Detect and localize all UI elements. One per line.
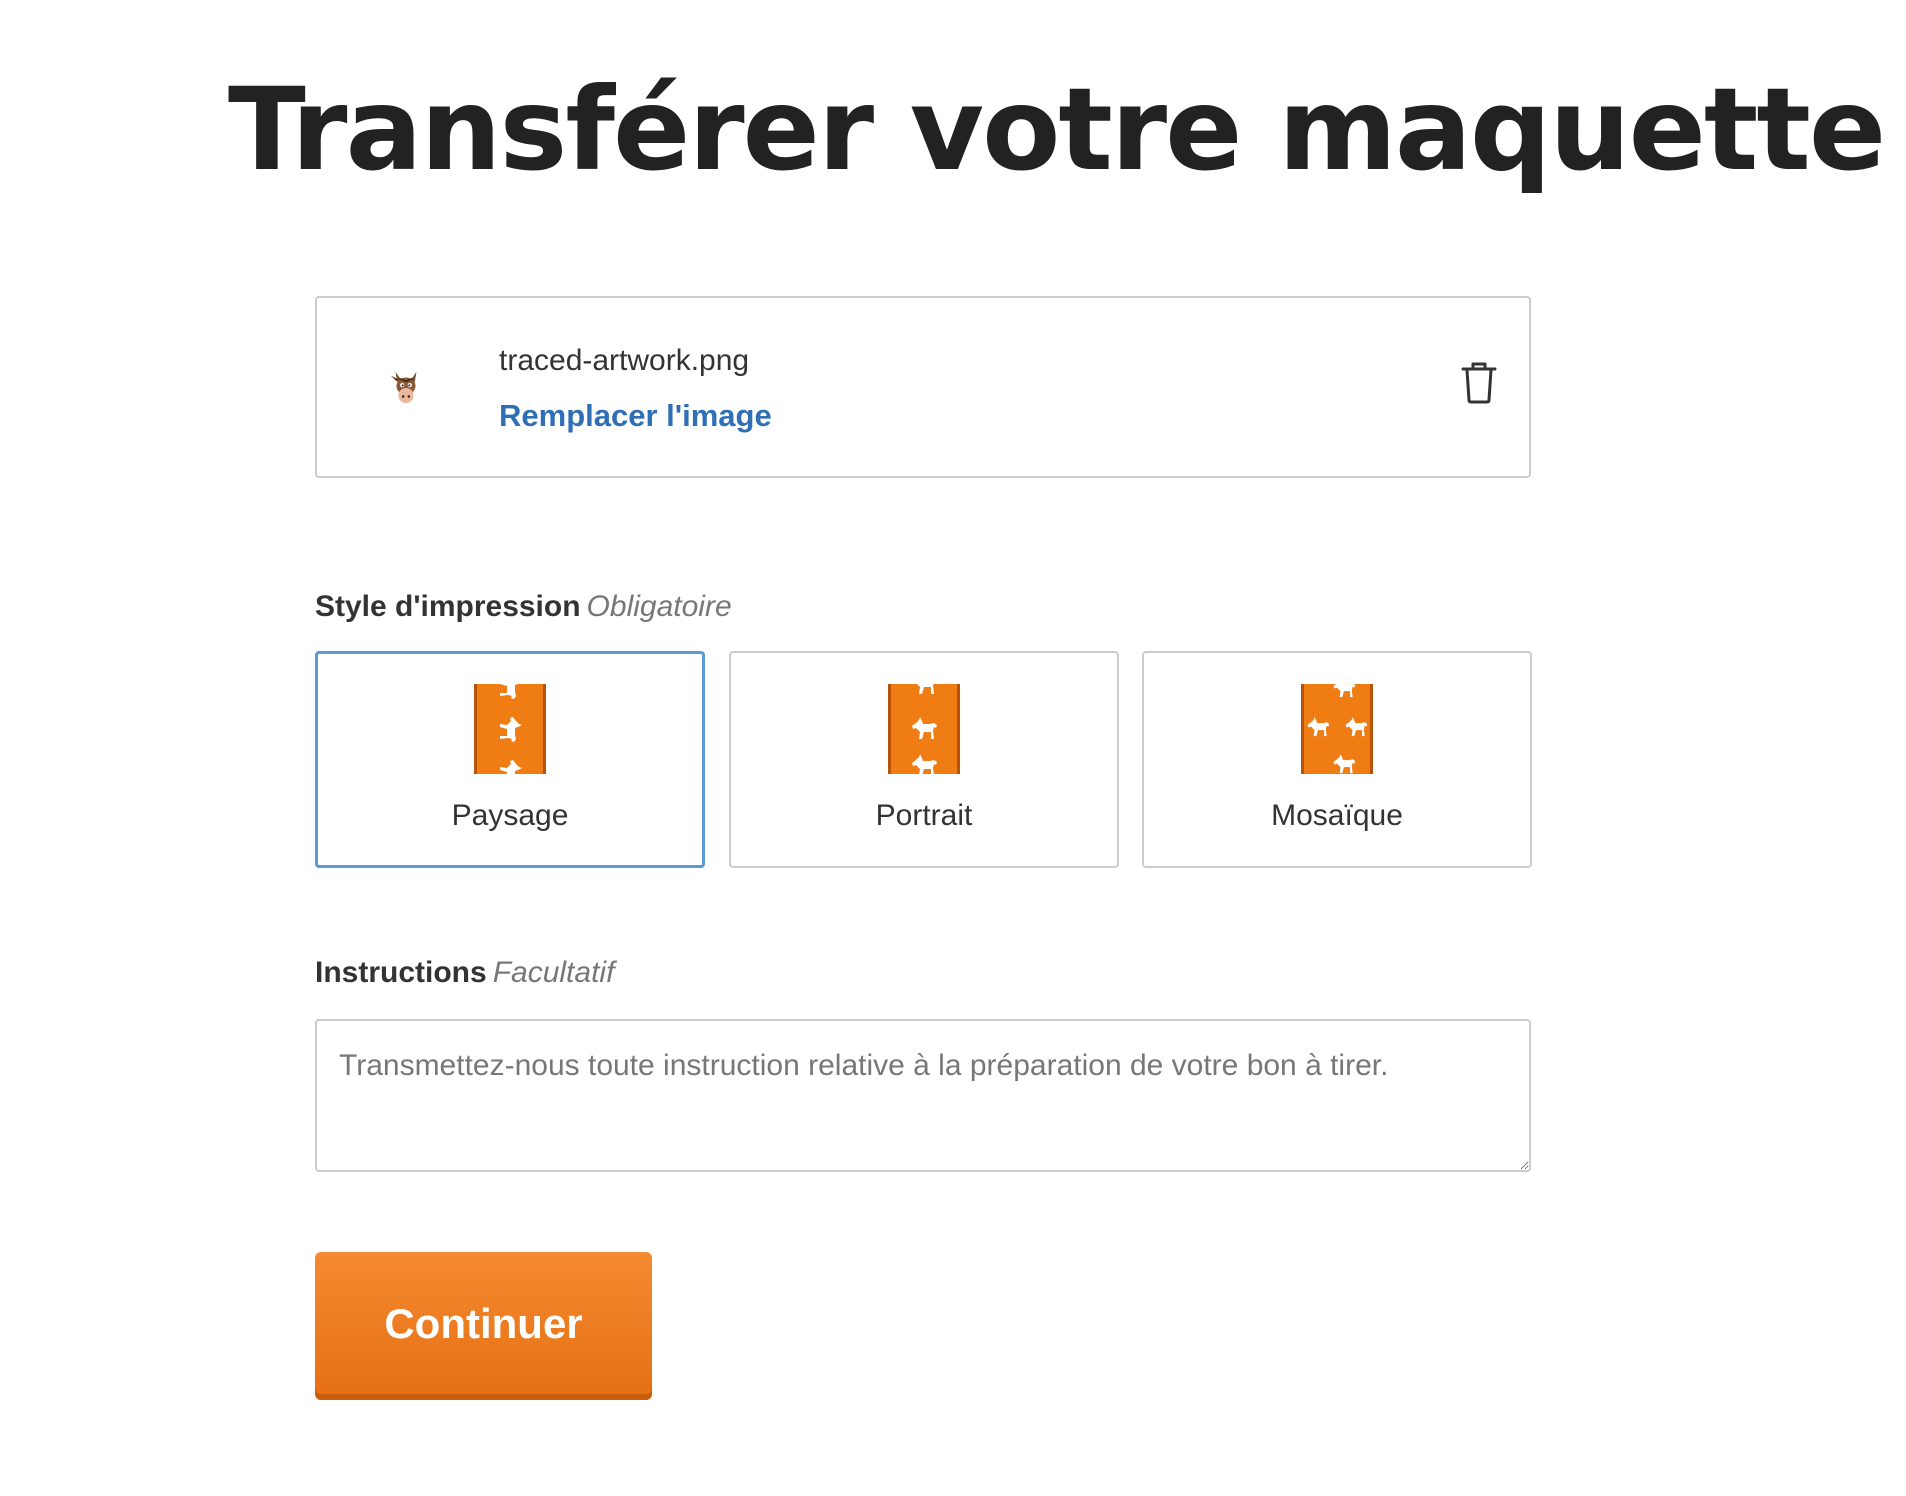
continue-button[interactable]: Continuer — [315, 1252, 652, 1400]
file-name: traced-artwork.png — [499, 344, 750, 377]
required-hint: Obligatoire — [586, 590, 732, 623]
print-style-label-text: Style d'impression — [315, 590, 581, 623]
instructions-textarea[interactable] — [315, 1019, 1531, 1172]
horse-pattern-portrait-icon — [888, 684, 960, 774]
option-label: Paysage — [451, 799, 569, 832]
print-style-label: Style d'impression Obligatoire — [315, 590, 732, 624]
print-style-option-portrait[interactable]: Portrait — [729, 651, 1119, 868]
optional-hint: Facultatif — [492, 956, 615, 989]
instructions-label: Instructions Facultatif — [315, 956, 614, 990]
print-style-option-paysage[interactable]: Paysage — [315, 651, 705, 868]
option-label: Portrait — [875, 799, 973, 832]
donkey-head-icon — [390, 371, 417, 404]
option-label: Mosaïque — [1271, 799, 1403, 832]
horse-pattern-landscape-icon — [474, 684, 546, 774]
replace-image-link[interactable]: Remplacer l'image — [499, 398, 772, 434]
horse-pattern-tile-icon — [1301, 684, 1373, 774]
print-style-option-mosaique[interactable]: Mosaïque — [1142, 651, 1532, 868]
page-title: Transférer votre maquette — [228, 63, 1886, 196]
uploaded-file-card: traced-artwork.png Remplacer l'image — [315, 296, 1531, 478]
instructions-label-text: Instructions — [315, 956, 487, 989]
trash-icon[interactable] — [1460, 362, 1498, 404]
